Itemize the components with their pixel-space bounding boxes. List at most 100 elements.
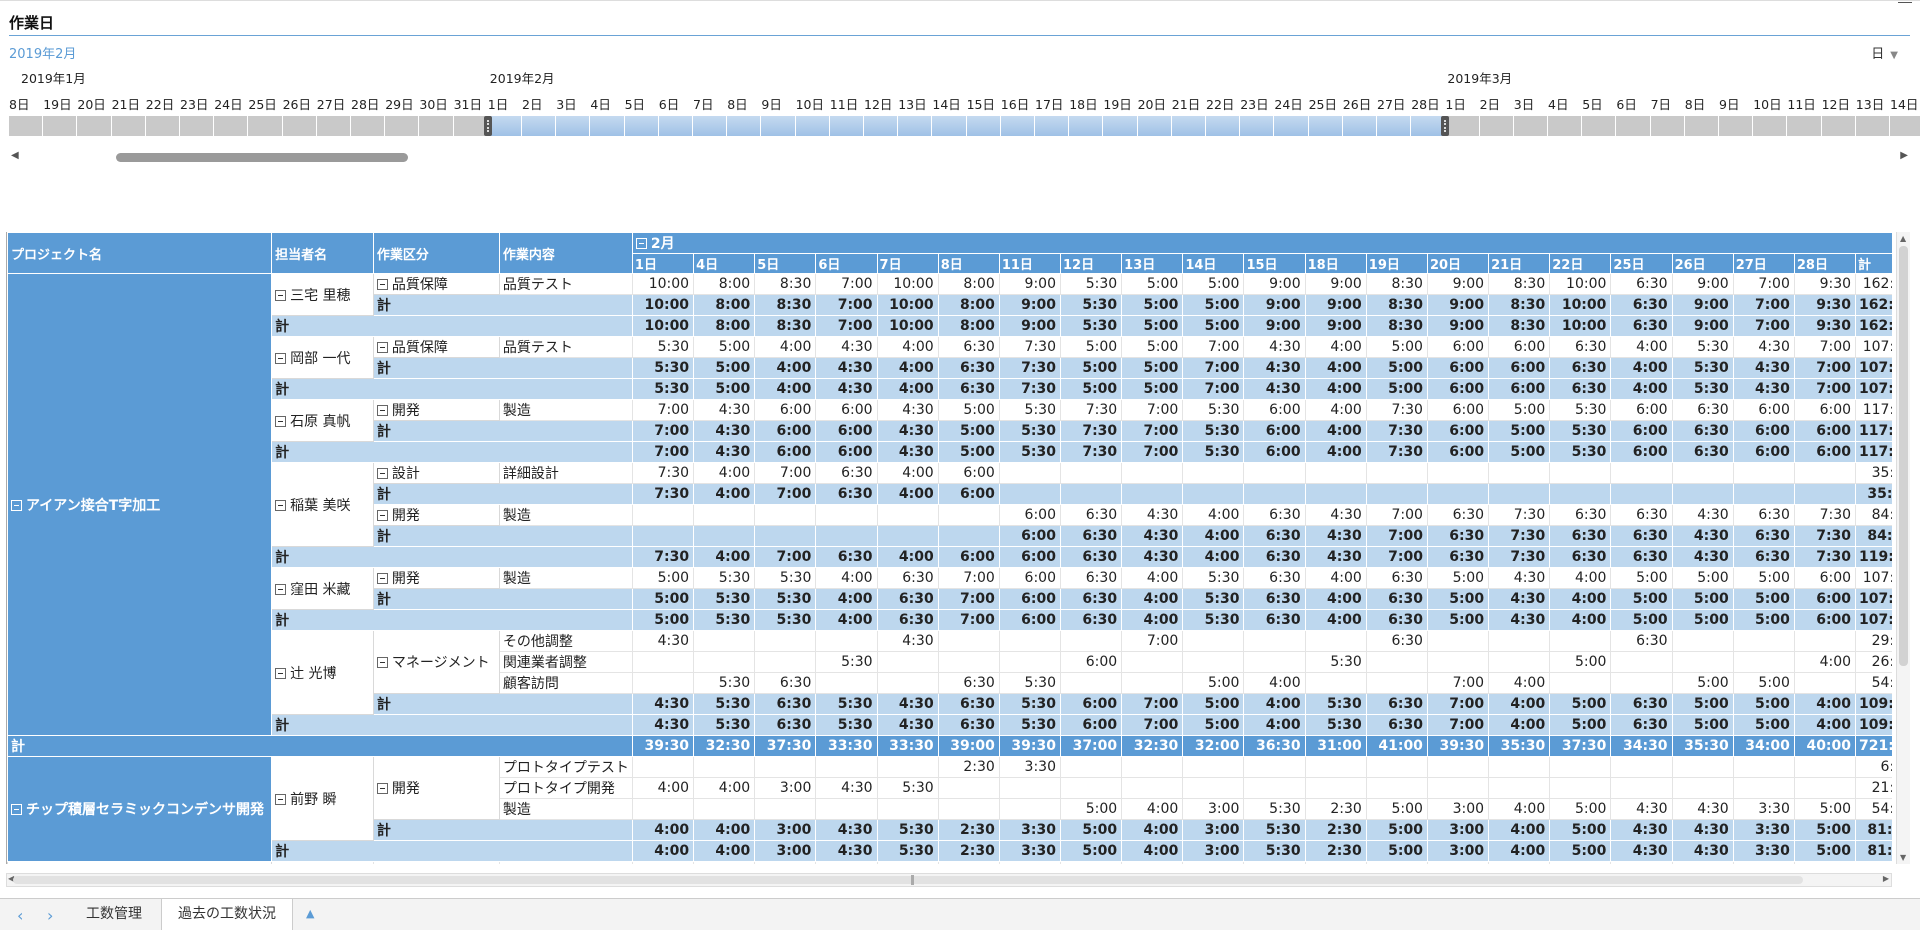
value-cell[interactable]: 34:00 [1732, 735, 1795, 757]
value-cell[interactable]: 5:00 [1365, 819, 1428, 841]
value-cell[interactable]: 7:30 [631, 483, 695, 505]
value-cell[interactable]: 5:00 [693, 861, 756, 864]
value-cell[interactable]: 7:30 [631, 546, 695, 568]
value-cell[interactable]: 6:00 [1793, 420, 1857, 442]
value-cell[interactable] [754, 504, 817, 526]
value-cell[interactable]: 107:00 [1855, 336, 1892, 358]
timeline-day-cell[interactable] [1616, 116, 1651, 136]
category-cell[interactable]: 品質保障 [372, 336, 500, 358]
timeline-scrollbar[interactable]: ◀ ▶ [9, 150, 1910, 164]
value-cell[interactable]: 4:00 [1182, 525, 1245, 547]
person-cell[interactable]: 辻 光博 [271, 630, 374, 715]
value-cell[interactable]: 5:00 [1671, 567, 1734, 589]
value-cell[interactable]: 6:00 [1059, 693, 1123, 715]
collapse-icon[interactable] [11, 499, 22, 511]
collapse-icon[interactable] [11, 804, 22, 815]
value-cell[interactable]: 3:00 [754, 819, 817, 841]
value-cell[interactable]: 5:30 [1059, 273, 1123, 295]
value-cell[interactable]: 5:00 [1365, 357, 1428, 379]
value-cell[interactable] [754, 651, 817, 673]
value-cell[interactable]: 9:00 [1671, 273, 1734, 295]
value-cell[interactable]: 6:00 [1732, 441, 1795, 463]
value-cell[interactable] [631, 525, 695, 547]
value-cell[interactable]: 4:00 [693, 819, 756, 841]
value-cell[interactable]: 6:00 [1793, 588, 1857, 610]
value-cell[interactable] [937, 504, 1000, 526]
value-cell[interactable]: 4:30 [815, 819, 878, 841]
value-cell[interactable]: 6:30 [937, 336, 1000, 358]
day-column-header[interactable]: 11日 [998, 253, 1062, 274]
value-cell[interactable]: 8:30 [754, 315, 817, 337]
value-cell[interactable]: 4:30 [815, 777, 878, 799]
value-cell[interactable]: 4:00 [1121, 609, 1184, 631]
value-cell[interactable]: 6:00 [998, 567, 1062, 589]
value-cell[interactable] [1243, 861, 1306, 864]
value-cell[interactable]: 3:30 [998, 840, 1062, 862]
value-cell[interactable]: 6:00 [1059, 651, 1123, 673]
timeline-day-cell[interactable] [624, 116, 659, 136]
value-cell[interactable]: 5:30 [1671, 357, 1734, 379]
value-cell[interactable]: 5:00 [1549, 714, 1612, 736]
value-cell[interactable]: 5:00 [1182, 714, 1245, 736]
value-cell[interactable] [1243, 651, 1306, 673]
value-cell[interactable]: 10:00 [1549, 273, 1612, 295]
value-cell[interactable]: 4:00 [815, 609, 878, 631]
value-cell[interactable]: 9:00 [1671, 294, 1734, 316]
value-cell[interactable]: 162:00 [1855, 294, 1892, 316]
value-cell[interactable] [1059, 672, 1123, 694]
value-cell[interactable]: 4:30 [1671, 840, 1734, 862]
timeline-day-cell[interactable] [282, 116, 317, 136]
category-cell[interactable]: 開発 [372, 399, 500, 421]
value-cell[interactable]: 6:00 [1610, 399, 1673, 421]
value-cell[interactable]: 5:30 [998, 420, 1062, 442]
value-cell[interactable]: 5:00 [1671, 588, 1734, 610]
value-cell[interactable]: 5:00 [1610, 588, 1673, 610]
value-cell[interactable]: 7:00 [1732, 273, 1795, 295]
collapse-icon[interactable] [275, 289, 287, 301]
timeline-day-cell[interactable] [248, 116, 283, 136]
value-cell[interactable] [1671, 756, 1734, 778]
value-cell[interactable] [1610, 672, 1673, 694]
value-cell[interactable]: 4:00 [1488, 840, 1551, 862]
value-cell[interactable]: 6:30 [937, 714, 1000, 736]
value-cell[interactable]: 162:00 [1855, 273, 1892, 295]
timeline-day-cell[interactable] [795, 116, 830, 136]
value-cell[interactable]: 10:00 [631, 315, 695, 337]
timeline-day-cell[interactable] [932, 116, 967, 136]
prev-sheet-icon[interactable]: ‹ [17, 906, 23, 925]
value-cell[interactable]: 5:00 [937, 420, 1000, 442]
pivot-vertical-scrollbar[interactable]: ▲ ▼ [1896, 232, 1910, 864]
value-cell[interactable]: 7:00 [1426, 714, 1490, 736]
value-cell[interactable]: 5:00 [1365, 798, 1428, 820]
value-cell[interactable]: 9:00 [998, 273, 1062, 295]
value-cell[interactable] [754, 756, 817, 778]
value-cell[interactable] [693, 798, 756, 820]
value-cell[interactable]: 6:30 [937, 672, 1000, 694]
value-cell[interactable]: 6:30 [937, 378, 1000, 400]
value-cell[interactable]: 4:00 [876, 483, 939, 505]
granularity-dropdown[interactable]: 日 ▼ [1871, 43, 1898, 62]
value-cell[interactable]: 7:00 [1365, 504, 1428, 526]
value-cell[interactable]: 3:00 [754, 777, 817, 799]
value-cell[interactable] [1059, 462, 1123, 484]
scroll-right-icon[interactable]: ▶ [1900, 150, 1908, 161]
value-cell[interactable] [1182, 462, 1245, 484]
value-cell[interactable]: 39:30 [1426, 735, 1490, 757]
value-cell[interactable]: 6:30 [937, 357, 1000, 379]
value-cell[interactable]: 5:30 [1182, 588, 1245, 610]
value-cell[interactable]: 7:30 [1793, 546, 1857, 568]
category-cell[interactable]: 開発 [372, 504, 500, 526]
horizontal-scroll-thumb[interactable] [13, 876, 1803, 884]
value-cell[interactable]: 4:00 [693, 777, 756, 799]
value-cell[interactable]: 4:30 [876, 420, 939, 442]
value-cell[interactable]: 4:30 [1488, 588, 1551, 610]
value-cell[interactable]: 31:00 [1304, 735, 1367, 757]
value-cell[interactable]: 5:30 [1243, 819, 1306, 841]
value-cell[interactable]: 4:00 [1488, 672, 1551, 694]
value-cell[interactable]: 6:00 [1855, 756, 1892, 778]
timeline-day-cell[interactable] [77, 116, 112, 136]
value-cell[interactable]: 8:30 [1365, 273, 1428, 295]
value-cell[interactable]: 5:30 [876, 840, 939, 862]
category-cell[interactable]: 品質保障 [372, 273, 500, 295]
value-cell[interactable]: 5:30 [1671, 336, 1734, 358]
